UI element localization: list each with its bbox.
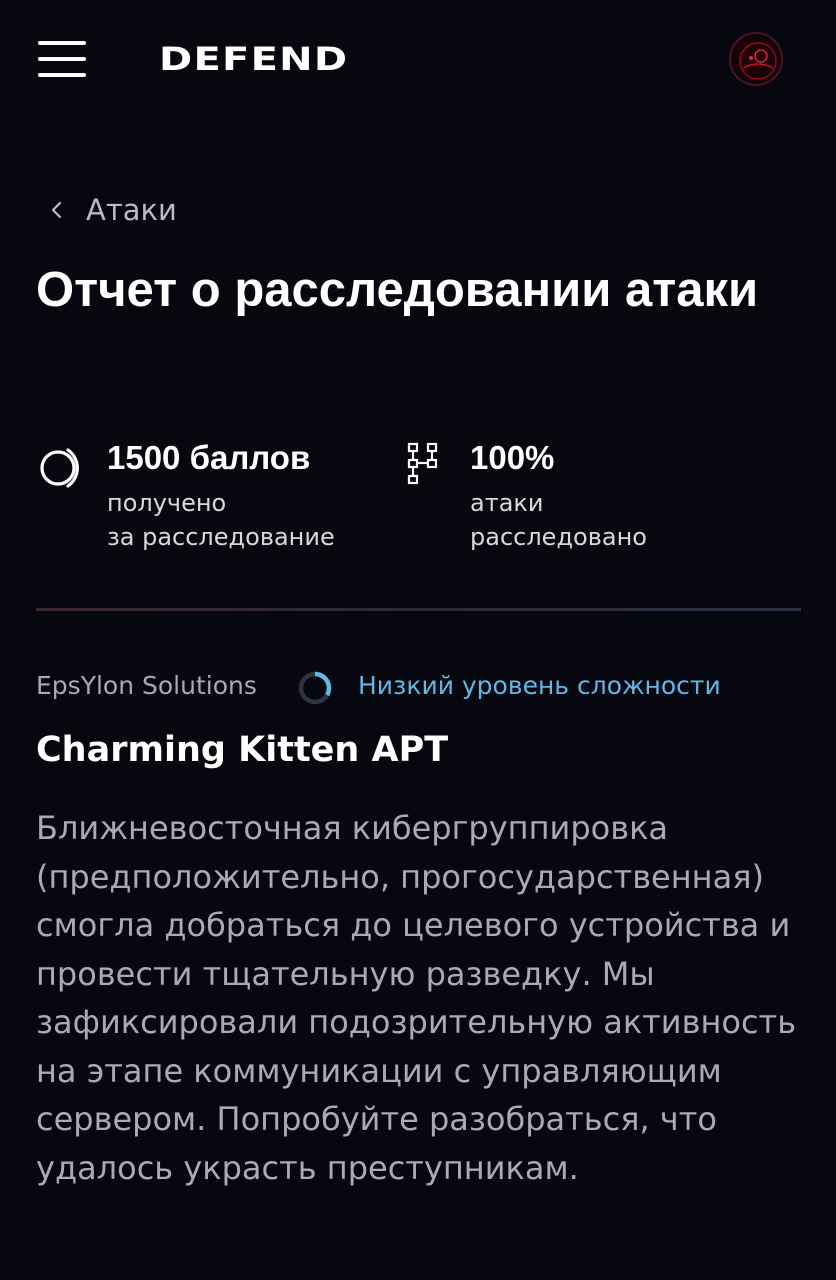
top-bar: DEFEND — [0, 0, 836, 120]
hamburger-menu-icon[interactable] — [38, 41, 86, 77]
stat-investigated-caption-line1: атаки — [470, 489, 544, 517]
user-avatar-icon[interactable] — [729, 32, 783, 86]
attack-description: Ближневосточная кибергруппировка (предпо… — [36, 809, 797, 1187]
stat-points-caption-line1: получено — [107, 489, 227, 517]
chevron-left-icon — [51, 201, 62, 219]
page-title: Отчет о расследовании атаки — [36, 263, 759, 317]
stat-points-value: 1500 баллов — [107, 439, 311, 476]
network-nodes-icon — [407, 442, 438, 485]
logo[interactable]: DEFEND — [159, 41, 348, 77]
attack-meta-row: EpsYlon Solutions Низкий уровень сложнос… — [36, 664, 816, 708]
page: DEFEND Атаки Отчет о расследовании атаки… — [0, 0, 836, 1280]
section-divider — [36, 608, 801, 611]
stat-investigated-value: 100% — [470, 439, 555, 476]
difficulty-gauge-icon — [298, 671, 332, 705]
breadcrumb-back-link[interactable]: Атаки — [46, 190, 177, 230]
attack-name: Charming Kitten APT — [36, 730, 449, 770]
stat-points-caption: получено за расследование — [107, 486, 335, 554]
stat-points-caption-line2: за расследование — [107, 523, 335, 551]
difficulty-level: Низкий уровень сложности — [358, 671, 721, 700]
points-ring-icon — [40, 448, 79, 488]
stat-investigated-caption-line2: расследовано — [470, 523, 647, 551]
company-name: EpsYlon Solutions — [36, 671, 257, 700]
stat-investigated-caption: атаки расследовано — [470, 486, 647, 554]
breadcrumb-label: Атаки — [86, 193, 177, 227]
